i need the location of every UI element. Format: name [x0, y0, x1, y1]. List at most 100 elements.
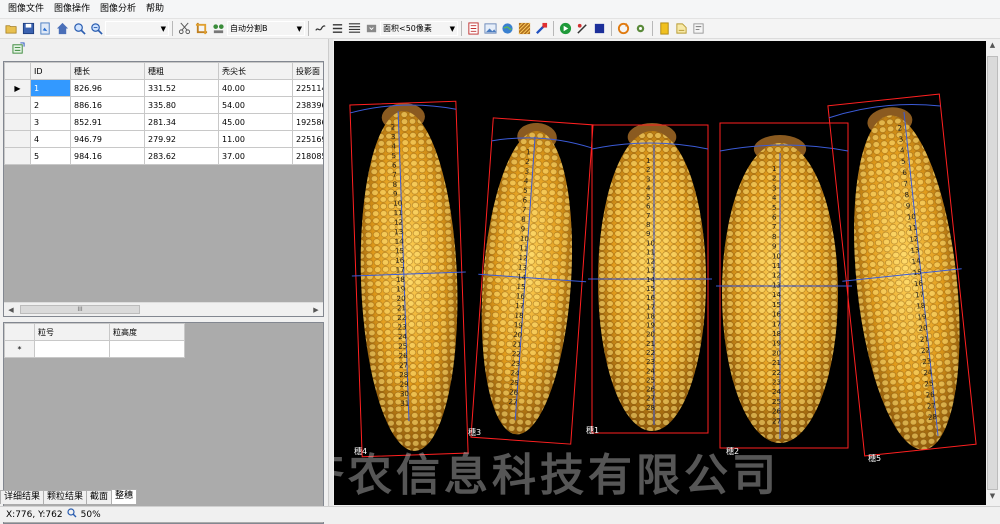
table-cell[interactable]: 2	[30, 96, 71, 114]
settings-icon[interactable]	[633, 21, 648, 36]
table-cell[interactable]: 946.79	[70, 130, 145, 148]
open-folder-icon[interactable]	[4, 21, 19, 36]
table-cell[interactable]: 192586.	[292, 113, 323, 131]
column-header[interactable]: 穗长	[70, 62, 145, 80]
column-header[interactable]: 粒号	[34, 323, 110, 341]
align-icon[interactable]	[330, 21, 345, 36]
scissors-icon[interactable]	[177, 21, 192, 36]
scroll-left-icon[interactable]: ◀	[4, 303, 18, 316]
view-select[interactable]: ▼	[105, 21, 169, 36]
column-header[interactable]: 秃尖长	[218, 62, 293, 80]
info-icon[interactable]	[691, 21, 706, 36]
table-row[interactable]: 5 984.16 283.62 37.00 218085.	[4, 147, 323, 165]
corn-ear[interactable]: 2345678910111213141516171819202122232425…	[824, 93, 980, 457]
horizontal-scrollbar[interactable]: ◀ III ▶	[4, 302, 323, 316]
menu-image-operation[interactable]: 图像操作	[52, 0, 98, 19]
measure-icon[interactable]	[575, 21, 590, 36]
menu-help[interactable]: 帮助	[144, 0, 172, 19]
table-cell[interactable]: 279.92	[144, 130, 219, 148]
scroll-down-icon[interactable]: ▼	[986, 492, 999, 505]
splitter[interactable]	[328, 39, 333, 506]
table-cell[interactable]: 335.80	[144, 96, 219, 114]
row-header[interactable]	[4, 113, 31, 131]
scroll-right-icon[interactable]: ▶	[309, 303, 323, 316]
table-cell[interactable]: 886.16	[70, 96, 145, 114]
table-cell[interactable]: 826.96	[70, 79, 145, 97]
scroll-up-icon[interactable]: ▲	[986, 41, 999, 54]
corn-image[interactable]: 2345678910111213141516171819202122232425…	[334, 41, 986, 505]
transform-icon[interactable]	[534, 21, 549, 36]
corn-ear[interactable]: 1234567891011121314151617181920212223242…	[588, 123, 712, 434]
zoom-in-icon[interactable]	[72, 21, 87, 36]
area-filter-select[interactable]: 面积<50像素 ▼	[380, 21, 458, 36]
table-cell[interactable]: 331.52	[144, 79, 219, 97]
column-header[interactable]: 穗粗	[144, 62, 219, 80]
row-header[interactable]	[4, 147, 31, 165]
table-cell[interactable]: 5	[30, 147, 71, 165]
menu-image-file[interactable]: 图像文件	[6, 0, 52, 19]
corn-ear[interactable]: 1234567891011121314151617181920212223242…	[467, 117, 597, 445]
table-cell[interactable]: 225114.	[292, 79, 323, 97]
image-canvas[interactable]: 2 3 4 5 6 7 8 9 10 11 12 13 14 15 16 17 18 19 20 21 22 23 24 25…	[334, 41, 999, 505]
table-row[interactable]: 3 852.91 281.34 45.00 192586.	[4, 113, 323, 131]
table-cell[interactable]: 3	[30, 113, 71, 131]
list-icon[interactable]	[347, 21, 362, 36]
notebook-icon[interactable]	[657, 21, 672, 36]
table-cell[interactable]: 281.34	[144, 113, 219, 131]
table-cell[interactable]: 37.00	[218, 147, 293, 165]
table-cell[interactable]	[109, 340, 185, 358]
table-cell[interactable]: 238396.	[292, 96, 323, 114]
table-cell[interactable]: 984.16	[70, 147, 145, 165]
table-cell[interactable]: 54.00	[218, 96, 293, 114]
table-cell[interactable]: 4	[30, 130, 71, 148]
save-icon[interactable]	[21, 21, 36, 36]
table-row[interactable]: 4 946.79 279.92 11.00 225169.	[4, 130, 323, 148]
segment-icon[interactable]	[211, 21, 226, 36]
column-header[interactable]: 投影面	[292, 62, 323, 80]
table-cell[interactable]: 225169.	[292, 130, 323, 148]
export-table-icon[interactable]	[11, 41, 26, 56]
link-icon[interactable]	[313, 21, 328, 36]
table-row[interactable]: 2 886.16 335.80 54.00 238396.	[4, 96, 323, 114]
calculator-icon[interactable]	[466, 21, 481, 36]
filter-icon[interactable]	[364, 21, 379, 36]
zoom-out-icon[interactable]	[89, 21, 104, 36]
row-header[interactable]	[4, 130, 31, 148]
table-cell[interactable]: 45.00	[218, 113, 293, 131]
table-cell[interactable]: 40.00	[218, 79, 293, 97]
corn-ear[interactable]: 1234567891011121314151617181920212223242…	[716, 122, 852, 449]
tab-kernel-results[interactable]: 颗粒结果	[43, 490, 88, 504]
row-header[interactable]	[4, 96, 31, 114]
table-cell[interactable]: 283.62	[144, 147, 219, 165]
corn-ear[interactable]: 2345678910111213141516171819202122232425…	[346, 100, 472, 458]
table-cell[interactable]: 1	[30, 79, 71, 97]
column-header[interactable]: ID	[30, 62, 71, 80]
globe-icon[interactable]	[500, 21, 515, 36]
table-cell[interactable]: 218085.	[292, 147, 323, 165]
scroll-track[interactable]: III	[18, 304, 309, 315]
tab-whole-ear[interactable]: 整穗	[111, 489, 138, 504]
scroll-thumb[interactable]	[987, 56, 998, 490]
table-cell[interactable]	[34, 340, 110, 358]
column-header[interactable]: 粒高度	[109, 323, 185, 341]
stop-icon[interactable]	[592, 21, 607, 36]
help-book-icon[interactable]	[674, 21, 689, 36]
table-cell[interactable]: 852.91	[70, 113, 145, 131]
tab-detail-results[interactable]: 详细结果	[0, 490, 45, 504]
pattern-icon[interactable]	[517, 21, 532, 36]
vertical-scrollbar[interactable]: ▲ ▼	[986, 41, 999, 505]
image-open-icon[interactable]	[38, 21, 53, 36]
new-row[interactable]: *	[4, 340, 185, 358]
refresh-icon[interactable]	[616, 21, 631, 36]
results-grid[interactable]: ID 穗长 穗粗 秃尖长 投影面 ▶ 1 826.96 331.52 40.00…	[3, 61, 324, 317]
crop-icon[interactable]	[194, 21, 209, 36]
run-icon[interactable]	[558, 21, 573, 36]
segment-mode-select[interactable]: 自动分割B ▼	[227, 21, 305, 36]
scroll-thumb[interactable]: III	[20, 305, 140, 314]
table-row[interactable]: ▶ 1 826.96 331.52 40.00 225114.	[4, 79, 323, 97]
tab-cross-section[interactable]: 截面	[86, 490, 113, 504]
home-icon[interactable]	[55, 21, 70, 36]
picture-icon[interactable]	[483, 21, 498, 36]
menu-image-analysis[interactable]: 图像分析	[98, 0, 144, 19]
table-cell[interactable]: 11.00	[218, 130, 293, 148]
